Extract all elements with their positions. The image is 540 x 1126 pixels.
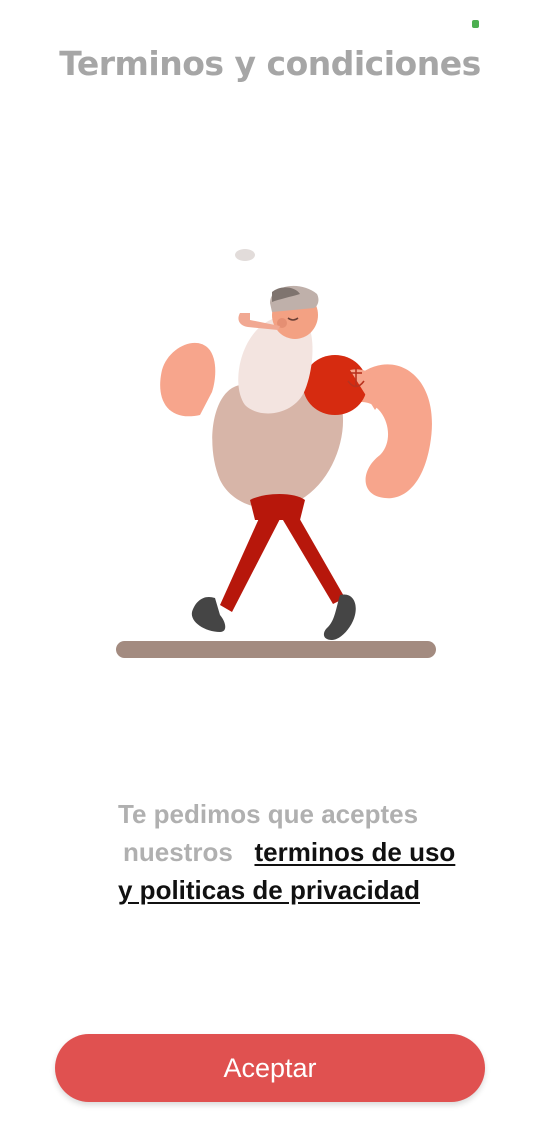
smoke-puff xyxy=(235,249,255,261)
ground-line xyxy=(116,641,436,658)
walking-sailor-illustration xyxy=(116,249,436,658)
message-line-1: Te pedimos que aceptes xyxy=(118,799,419,829)
message-prefix: nuestros xyxy=(123,837,233,867)
terms-of-use-link[interactable]: terminos de uso xyxy=(254,837,455,867)
message-line-2: nuestros terminos de uso xyxy=(118,833,468,871)
accept-button[interactable]: Aceptar xyxy=(55,1034,485,1102)
privacy-policy-link[interactable]: y politicas de privacidad xyxy=(118,875,420,905)
page-title: Terminos y condiciones xyxy=(59,44,481,83)
terms-message: Te pedimos que aceptes nuestros terminos… xyxy=(118,795,468,909)
status-indicator xyxy=(472,20,479,28)
message-line-3: y politicas de privacidad xyxy=(118,871,468,909)
